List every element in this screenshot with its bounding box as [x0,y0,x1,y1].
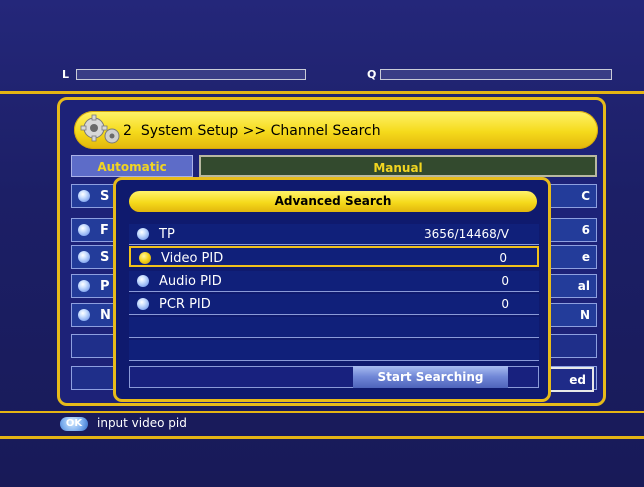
breadcrumb: System Setup >> Channel Search [140,123,381,139]
signal-quality-label: Q [367,68,377,81]
signal-level-label: L [62,68,70,81]
audio-pid-row[interactable]: Audio PID 0 [129,271,539,292]
help-text: input video pid [97,416,187,430]
gear-icon [80,114,120,144]
pcr-pid-row[interactable]: PCR PID 0 [129,294,539,315]
tab-manual[interactable]: Manual [199,155,597,177]
empty-row [129,340,539,361]
disc-icon [78,251,90,263]
tv-screen: L Q 2 System Setup >> Channel Search Aut… [0,0,644,487]
disc-icon [137,275,149,287]
disc-icon [78,190,90,202]
bottom-divider [0,436,644,439]
ok-key-icon: OK [60,417,88,431]
tp-row[interactable]: TP 3656/14468/V [129,224,539,245]
video-pid-row[interactable]: Video PID 0 [129,246,539,267]
disc-icon [78,224,90,236]
disc-icon [78,280,90,292]
disc-icon [78,309,90,321]
start-searching-button[interactable]: Start Searching [353,366,508,388]
tab-automatic[interactable]: Automatic [71,155,193,177]
disc-icon [137,228,149,240]
dialog-title: Advanced Search [129,191,537,212]
signal-level-bar [76,69,306,80]
menu-number: 2 [123,123,132,139]
page-title: 2 System Setup >> Channel Search [123,123,381,139]
disc-icon [139,252,151,264]
bottom-divider-top [0,411,644,413]
top-divider [0,91,644,94]
advanced-button[interactable]: ed [545,367,594,392]
empty-row [129,317,539,338]
signal-quality-bar [380,69,612,80]
disc-icon [137,298,149,310]
